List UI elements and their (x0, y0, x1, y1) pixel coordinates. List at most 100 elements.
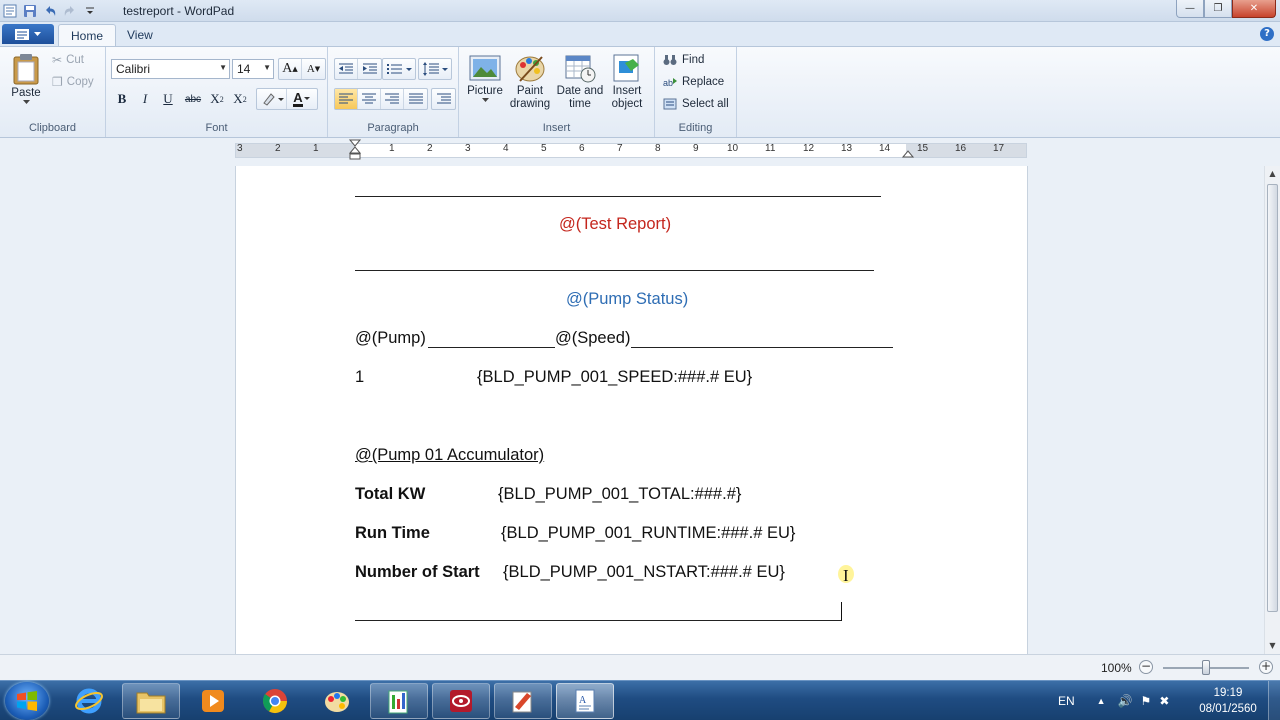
paint-drawing-button[interactable]: Paint drawing (507, 53, 553, 111)
action-center-flag-icon[interactable]: ⚑ (1141, 694, 1152, 708)
font-size-select[interactable]: 14 ▼ (232, 59, 274, 79)
taskbar-wordpad[interactable]: A (556, 683, 614, 719)
paste-button[interactable]: Paste (6, 53, 46, 105)
document-area[interactable]: @(Test Report) @(Pump Status) @(Pump) @(… (0, 166, 1264, 654)
font-family-select[interactable]: Calibri ▼ (111, 59, 230, 79)
show-desktop-button[interactable] (1268, 681, 1280, 720)
grow-font-icon: A (282, 61, 293, 76)
ruler-tick: 3 (237, 143, 243, 154)
ruler-tick: 8 (655, 143, 661, 154)
clock[interactable]: 19:19 08/01/2560 (1192, 685, 1264, 717)
calendar-clock-icon (565, 55, 596, 83)
tab-view[interactable]: View (115, 24, 165, 47)
minimize-button[interactable]: — (1176, 0, 1204, 18)
volume-icon[interactable]: 🔊 (1118, 694, 1133, 708)
wordpad-app-icon[interactable] (2, 3, 18, 19)
paragraph-dialog-button[interactable] (432, 89, 455, 109)
scroll-down-icon[interactable]: ▼ (1265, 638, 1280, 654)
ruler-tick: 1 (389, 143, 395, 154)
picture-label: Picture (467, 85, 503, 97)
taskbar-app-editor[interactable] (494, 683, 552, 719)
underline-button[interactable]: U (157, 89, 179, 109)
strikethrough-button[interactable]: abc (182, 89, 204, 109)
italic-button[interactable]: I (134, 89, 156, 109)
text-color-button[interactable]: A (287, 89, 317, 109)
superscript-button[interactable]: X2 (229, 89, 251, 109)
line-spacing-button[interactable] (419, 59, 451, 79)
taskbar-app-green[interactable] (370, 683, 428, 719)
chevron-down-icon: ▼ (263, 63, 271, 72)
right-indent-marker-icon[interactable] (902, 145, 914, 159)
align-right-button[interactable] (381, 89, 404, 109)
taskbar-file-explorer[interactable] (122, 683, 180, 719)
replace-button[interactable]: ab Replace (663, 76, 724, 88)
paint-palette-icon (515, 56, 545, 82)
bullet-list-button[interactable] (383, 59, 415, 79)
help-icon[interactable]: ? (1260, 27, 1274, 41)
ruler-left-margin (236, 144, 355, 157)
taskbar-media-player[interactable] (184, 683, 242, 719)
run-time-value: {BLD_PUMP_001_RUNTIME:###.# EU} (501, 524, 796, 542)
decrease-indent-button[interactable] (335, 59, 358, 79)
document-page[interactable]: @(Test Report) @(Pump Status) @(Pump) @(… (235, 166, 1028, 654)
find-button[interactable]: Find (663, 54, 704, 66)
taskbar-chrome[interactable] (246, 683, 304, 719)
tab-home[interactable]: Home (58, 24, 117, 47)
align-center-button[interactable] (358, 89, 381, 109)
increase-indent-button[interactable] (358, 59, 381, 79)
clipboard-group-label: Clipboard (28, 122, 77, 134)
close-button[interactable]: ✕ (1232, 0, 1276, 18)
show-hidden-icons-chevron-up-icon[interactable]: ▲ (1097, 696, 1106, 706)
application-menu-button[interactable] (2, 24, 54, 44)
maximize-button[interactable]: ❐ (1204, 0, 1232, 18)
justify-button[interactable] (404, 89, 427, 109)
indent-button-group (334, 58, 382, 80)
save-icon[interactable] (22, 3, 38, 19)
undo-icon[interactable] (42, 3, 58, 19)
taskbar-app-red[interactable] (432, 683, 490, 719)
cut-button[interactable]: ✂ Cut (52, 53, 84, 67)
ruler[interactable]: 3 2 1 1 2 3 4 5 6 7 8 9 10 11 12 13 14 1… (235, 139, 1027, 160)
subscript-button[interactable]: X2 (206, 89, 228, 109)
scroll-thumb[interactable] (1267, 184, 1278, 612)
paste-chevron-down-icon (22, 100, 30, 104)
number-of-start-value: {BLD_PUMP_001_NSTART:###.# EU} (503, 563, 785, 581)
folder-icon (136, 692, 166, 714)
taskbar-paint[interactable] (308, 683, 366, 719)
left-indent-marker-icon[interactable] (349, 139, 361, 161)
cut-label: Cut (66, 54, 84, 66)
insert-object-button[interactable]: Insert object (607, 53, 647, 111)
insert-picture-button[interactable]: Picture (465, 53, 505, 103)
redo-icon[interactable] (62, 3, 78, 19)
color-button-group: A (256, 88, 318, 110)
zoom-slider-thumb[interactable] (1202, 660, 1210, 675)
align-left-button[interactable] (335, 89, 358, 109)
copy-button[interactable]: ❐ Copy (52, 75, 94, 89)
zoom-out-button[interactable]: − (1139, 660, 1153, 674)
network-icon[interactable]: ✖ (1159, 694, 1169, 708)
customize-toolbar-chevron-down-icon[interactable] (82, 3, 98, 19)
date-and-time-button[interactable]: Date and time (555, 53, 605, 111)
taskbar-internet-explorer[interactable] (60, 683, 118, 719)
vertical-scrollbar[interactable]: ▲ ▼ (1264, 166, 1280, 654)
highlight-color-button[interactable] (257, 89, 287, 109)
shrink-font-button[interactable]: A ▼ (302, 59, 325, 79)
zoom-in-button[interactable]: + (1259, 660, 1273, 674)
select-all-button[interactable]: Select all (663, 98, 729, 110)
start-button[interactable] (5, 682, 49, 720)
replace-label: Replace (682, 76, 725, 88)
paragraph-group-label: Paragraph (367, 122, 419, 134)
system-tray: EN ▲ 🔊 ⚑ ✖ (1058, 681, 1169, 720)
scroll-up-icon[interactable]: ▲ (1265, 166, 1280, 182)
ribbon-tab-row: Home View ? (0, 22, 1280, 47)
line-spacing-icon (423, 62, 448, 76)
paste-label: Paste (11, 87, 41, 99)
chevron-down-icon (34, 31, 41, 36)
grow-font-button[interactable]: A ▲ (279, 59, 302, 79)
ruler-tick: 5 (541, 143, 547, 154)
bold-button[interactable]: B (111, 89, 133, 109)
font-size-step-group: A ▲ A ▼ (278, 58, 326, 80)
text-caret (841, 602, 842, 621)
ruler-tick: 13 (841, 143, 853, 154)
language-indicator[interactable]: EN (1058, 694, 1075, 708)
